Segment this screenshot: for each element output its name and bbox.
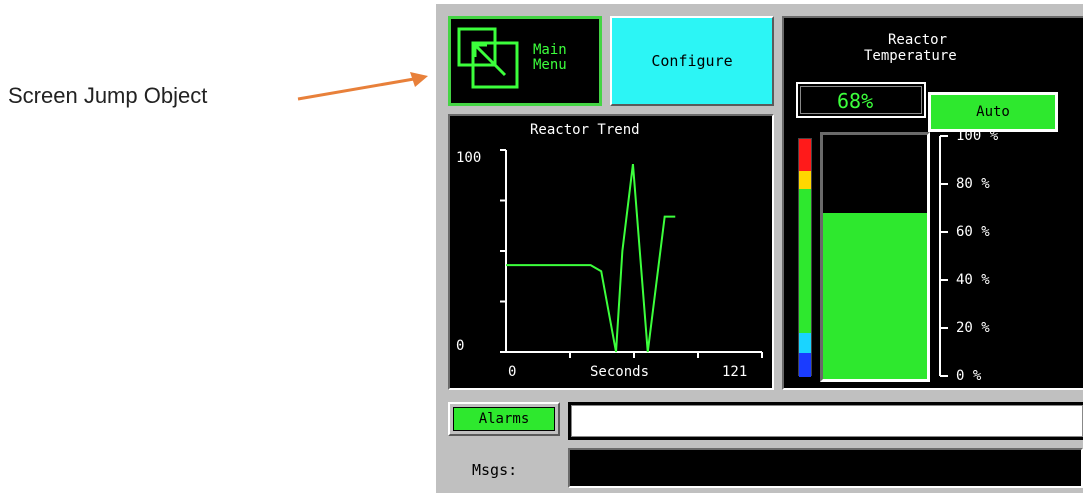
scale-label-0: 0 % bbox=[956, 368, 982, 384]
mode-auto-label: Auto bbox=[931, 95, 1055, 129]
scale-label-60: 60 % bbox=[956, 224, 990, 240]
scale-label-80: 80 % bbox=[956, 176, 990, 192]
annotation-label: Screen Jump Object bbox=[8, 83, 208, 108]
main-menu-label: Main Menu bbox=[533, 43, 567, 73]
configure-button[interactable]: Configure bbox=[610, 16, 774, 106]
alarm-banner-text bbox=[571, 405, 1083, 437]
reactor-trend-panel: Reactor Trend 100 0 0 Seconds 121 bbox=[448, 114, 774, 390]
annotation-arrow bbox=[297, 72, 428, 101]
temp-title-line1: Reactor bbox=[888, 32, 948, 48]
temp-bargraph bbox=[820, 132, 930, 382]
scale-label-20: 20 % bbox=[956, 320, 990, 336]
mode-auto-button[interactable]: Auto bbox=[928, 92, 1058, 132]
trend-plot bbox=[500, 149, 763, 358]
msgs-label: Msgs: bbox=[472, 461, 518, 479]
scale-label-40: 40 % bbox=[956, 272, 990, 288]
alarms-button[interactable]: Alarms bbox=[448, 402, 560, 436]
main-menu-label-line1: Main bbox=[533, 42, 567, 58]
main-menu-label-line2: Menu bbox=[533, 57, 567, 73]
band-green bbox=[799, 189, 811, 333]
hmi-panel: Main Menu Configure Reactor Trend 100 0 … bbox=[436, 4, 1083, 493]
screen-jump-icon bbox=[457, 27, 519, 89]
scale-label-100: 100 % bbox=[956, 128, 999, 144]
alarms-button-label: Alarms bbox=[453, 407, 555, 431]
main-menu-button[interactable]: Main Menu bbox=[448, 16, 602, 106]
temp-bargraph-fill bbox=[823, 213, 927, 379]
temp-value-display: 68% bbox=[796, 82, 926, 118]
temp-title-line2: Temperature bbox=[864, 48, 957, 64]
temp-color-band bbox=[798, 138, 812, 377]
reactor-temperature-panel: Reactor Temperature 68% Auto 100 % 80 % … bbox=[782, 16, 1083, 390]
temp-scale-axis bbox=[939, 135, 948, 377]
band-red bbox=[799, 139, 811, 171]
trend-series-line bbox=[506, 164, 676, 353]
temp-value-text: 68% bbox=[837, 89, 874, 113]
alarm-banner bbox=[568, 402, 1083, 440]
band-cyan bbox=[799, 333, 811, 353]
band-blue bbox=[799, 353, 811, 377]
band-yellow bbox=[799, 171, 811, 189]
msgs-field bbox=[568, 448, 1083, 488]
